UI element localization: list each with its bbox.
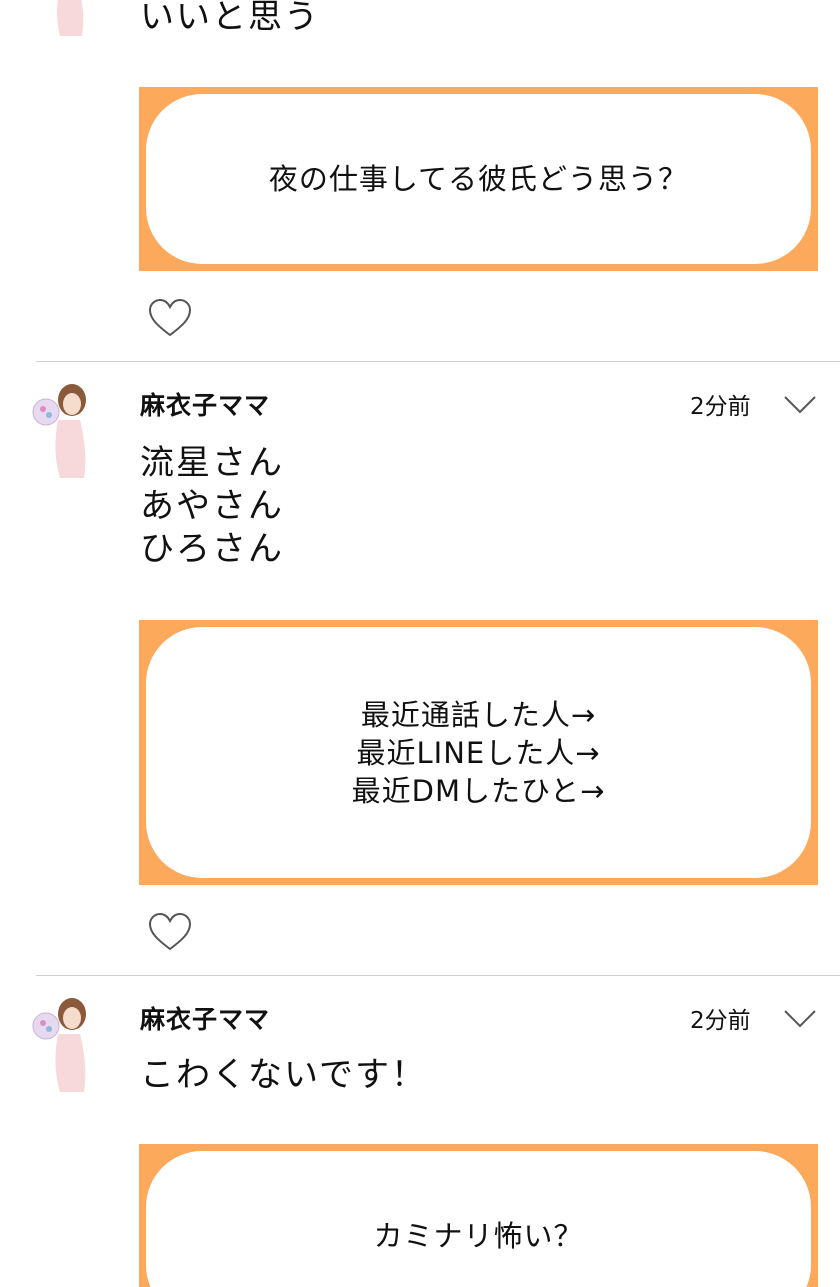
username[interactable]: 麻衣子ママ bbox=[140, 390, 270, 422]
chevron-down-icon bbox=[784, 396, 816, 414]
chevron-down-icon bbox=[784, 1010, 816, 1028]
post-menu-button[interactable] bbox=[784, 1009, 816, 1029]
question-card-text: 夜の仕事してる彼氏どう思う？ bbox=[268, 162, 689, 196]
post-timestamp: 2分前 bbox=[690, 1008, 751, 1034]
avatar[interactable] bbox=[30, 996, 88, 1092]
question-card-inner: 夜の仕事してる彼氏どう思う？ bbox=[146, 94, 811, 264]
post-divider bbox=[36, 361, 840, 362]
avatar[interactable] bbox=[30, 382, 88, 478]
comment-text: こわくないです！ bbox=[140, 1055, 427, 1095]
post-timestamp: 2分前 bbox=[690, 394, 751, 420]
username[interactable]: 麻衣子ママ bbox=[140, 1004, 270, 1036]
comment-text: いいと思う bbox=[140, 0, 320, 37]
avatar[interactable] bbox=[30, 0, 88, 36]
question-card-inner: カミナリ怖い？ bbox=[146, 1151, 811, 1287]
heart-outline-icon bbox=[148, 298, 192, 337]
question-card-text: 最近通話した人→ 最近LINEした人→ 最近DMしたひと→ bbox=[351, 697, 606, 808]
question-card-text: カミナリ怖い？ bbox=[373, 1219, 584, 1253]
post-menu-button[interactable] bbox=[784, 395, 816, 415]
question-card[interactable]: 最近通話した人→ 最近LINEした人→ 最近DMしたひと→ bbox=[139, 620, 818, 885]
like-button[interactable] bbox=[148, 912, 192, 952]
question-card[interactable]: カミナリ怖い？ bbox=[139, 1144, 818, 1287]
post-divider bbox=[36, 975, 840, 976]
comment-text: 流星さん あやさん ひろさん bbox=[140, 443, 284, 569]
question-card[interactable]: 夜の仕事してる彼氏どう思う？ bbox=[139, 87, 818, 271]
question-card-inner: 最近通話した人→ 最近LINEした人→ 最近DMしたひと→ bbox=[146, 627, 811, 878]
heart-outline-icon bbox=[148, 912, 192, 951]
comment-feed: いいと思う 夜の仕事してる彼氏どう思う？ 麻衣子ママ 2分前 流星さん あやさん… bbox=[0, 0, 840, 1287]
like-button[interactable] bbox=[148, 298, 192, 338]
